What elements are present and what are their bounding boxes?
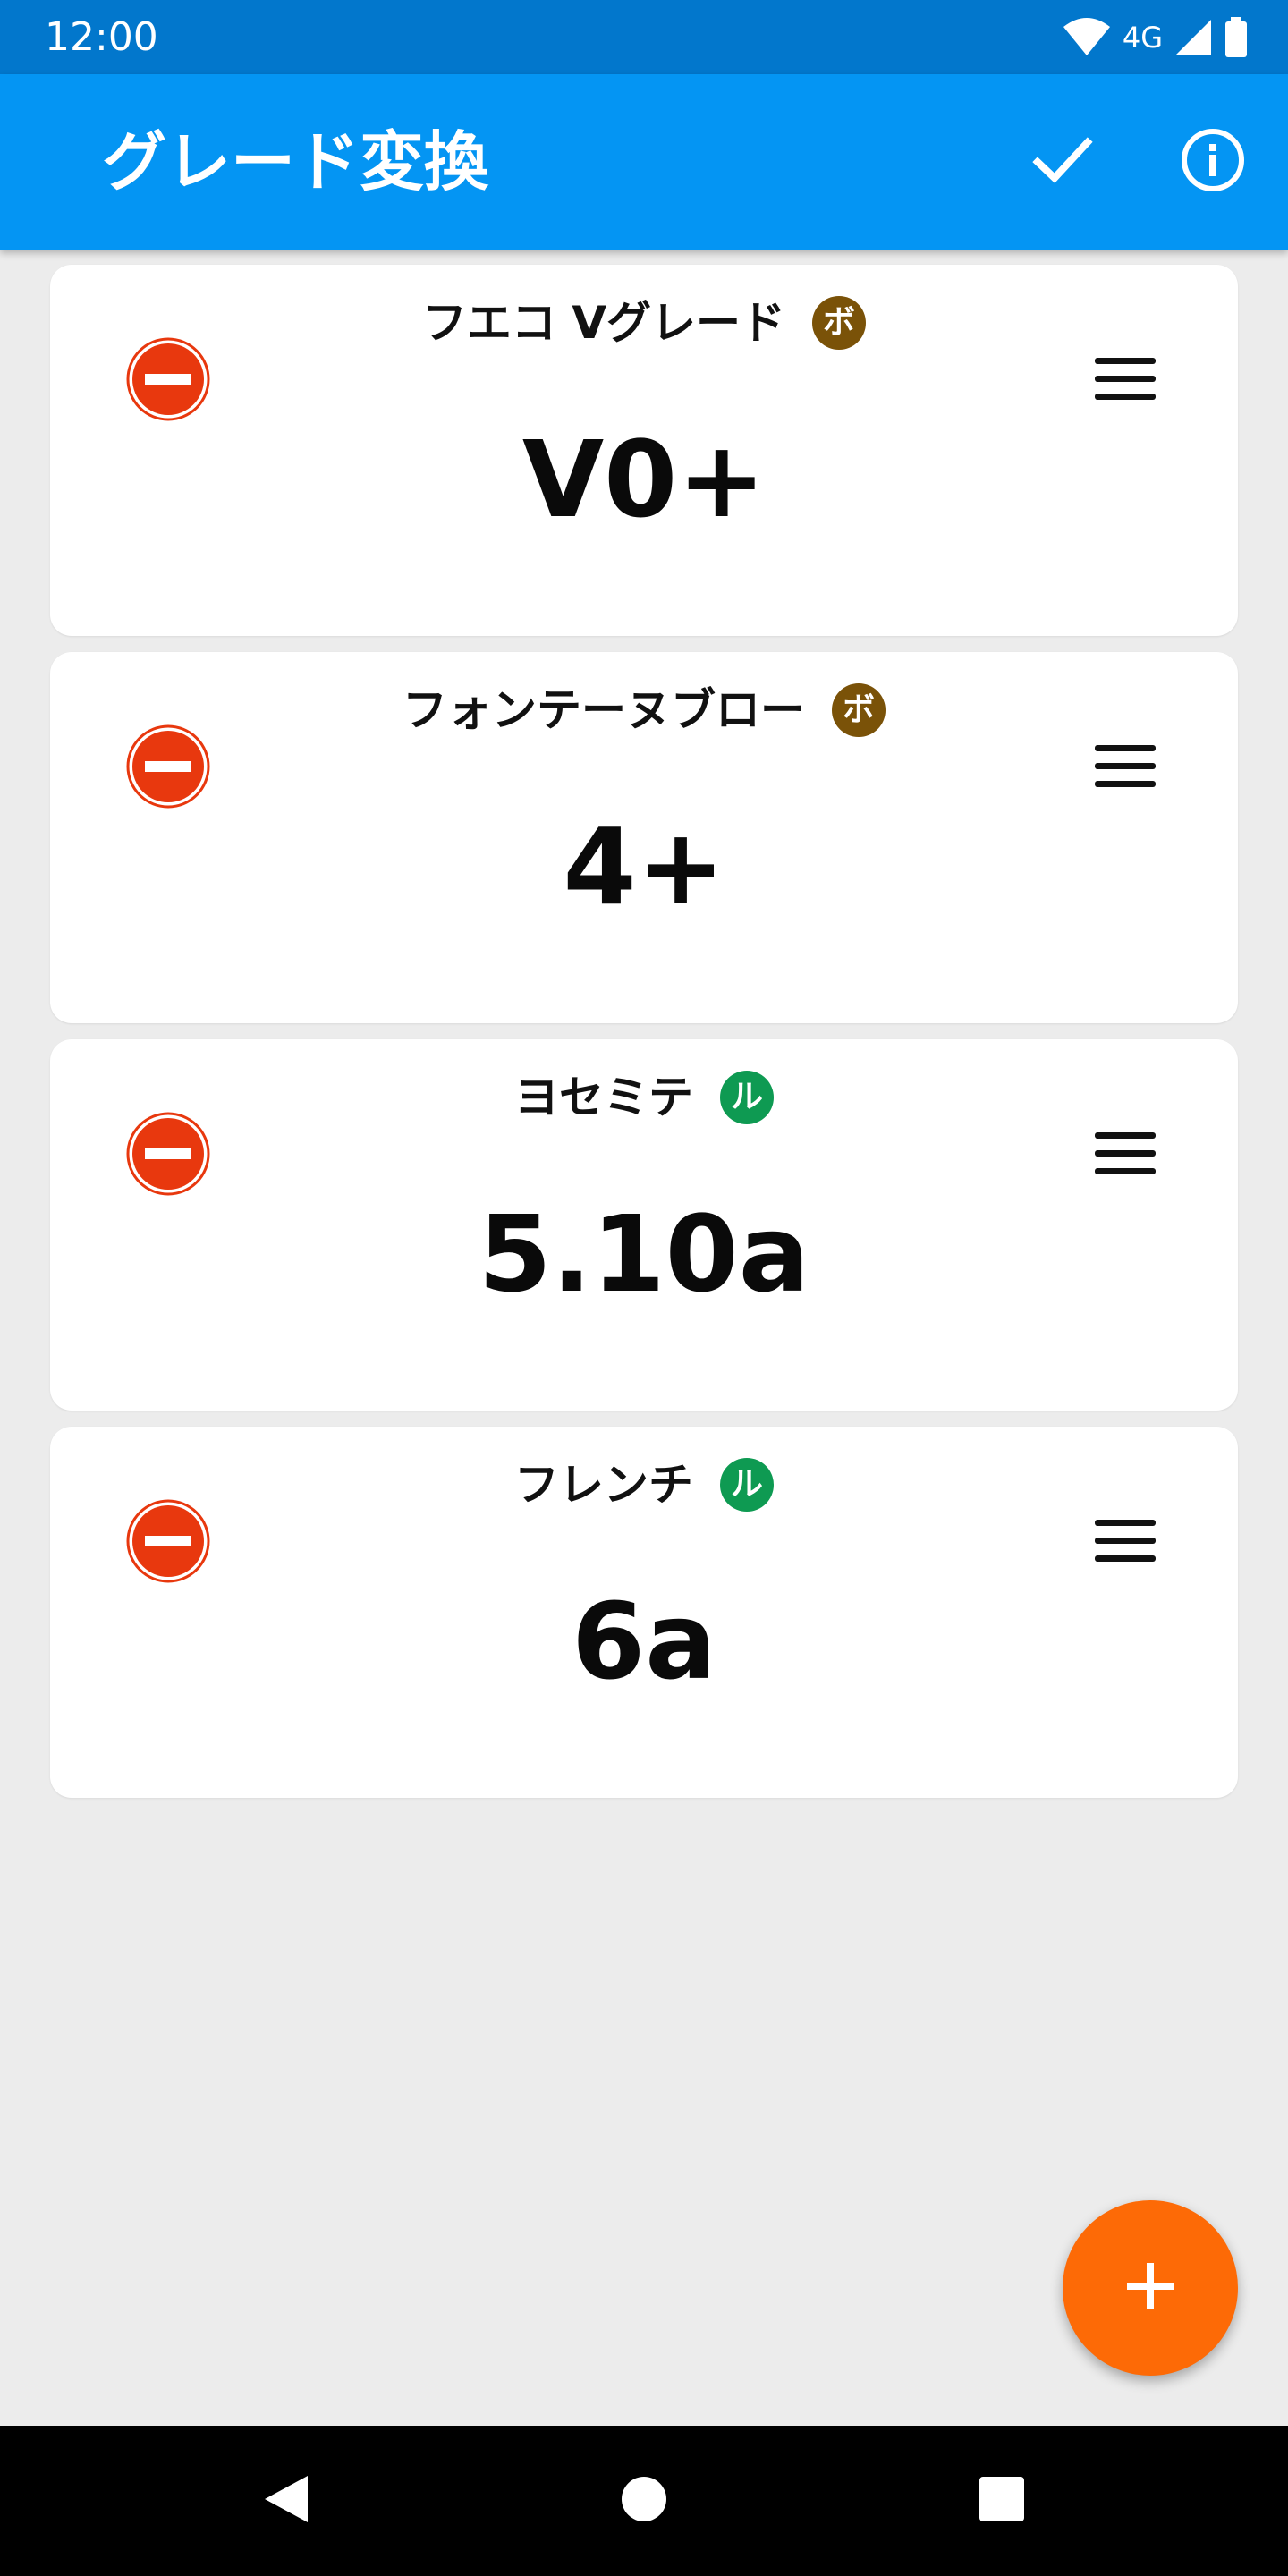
recents-icon <box>979 2476 1025 2526</box>
drag-handle-icon <box>1091 358 1159 417</box>
home-icon <box>621 2476 667 2526</box>
plus-icon <box>1123 2259 1177 2317</box>
remove-button[interactable] <box>125 724 211 809</box>
drag-handle[interactable] <box>1091 1120 1159 1188</box>
card-title: フォンテーヌブロー ボ <box>50 679 1238 741</box>
card-title: ヨセミテ ル <box>50 1066 1238 1129</box>
grade-value[interactable]: 4+ <box>50 804 1238 929</box>
type-badge: ボ <box>832 683 886 737</box>
info-button[interactable] <box>1177 126 1249 198</box>
drag-handle-icon <box>1091 745 1159 804</box>
grade-system-name: フォンテーヌブロー <box>402 684 805 736</box>
battery-icon <box>1224 17 1249 58</box>
page-title: グレード変換 <box>102 124 489 199</box>
grade-card: フォンテーヌブロー ボ 4+ <box>50 652 1238 1023</box>
grade-card: フエコ Vグレード ボ V0+ <box>50 265 1238 636</box>
app-bar: グレード変換 <box>0 74 1288 250</box>
drag-handle[interactable] <box>1091 1507 1159 1575</box>
card-title: フレンチ ル <box>50 1453 1238 1516</box>
info-icon <box>1180 127 1246 197</box>
status-bar: 12:00 4G <box>0 0 1288 74</box>
drag-handle[interactable] <box>1091 733 1159 801</box>
grade-card: ヨセミテ ル 5.10a <box>50 1039 1238 1411</box>
back-button[interactable] <box>250 2465 322 2537</box>
grade-system-name: フレンチ <box>514 1459 693 1511</box>
wifi-icon <box>1062 18 1112 57</box>
system-nav-bar <box>0 2426 1288 2576</box>
drag-handle-icon <box>1091 1520 1159 1579</box>
status-time: 12:00 <box>45 14 158 60</box>
type-badge: ル <box>720 1458 774 1512</box>
grade-value[interactable]: 5.10a <box>50 1191 1238 1317</box>
remove-button[interactable] <box>125 1498 211 1584</box>
check-icon <box>1030 128 1095 196</box>
cell-signal-icon <box>1174 18 1213 57</box>
grade-card: フレンチ ル 6a <box>50 1427 1238 1798</box>
type-badge: ボ <box>812 296 867 350</box>
drag-handle-icon <box>1091 1132 1159 1191</box>
network-type-label: 4G <box>1122 21 1163 55</box>
grade-list: フエコ Vグレード ボ V0+ フォンテーヌブロー ボ 4+ ヨセミテ ル 5.… <box>50 265 1238 1814</box>
type-badge: ル <box>720 1071 774 1124</box>
grade-value[interactable]: V0+ <box>50 417 1238 542</box>
remove-button[interactable] <box>125 1111 211 1197</box>
add-grade-button[interactable] <box>1063 2200 1238 2376</box>
card-title: フエコ Vグレード ボ <box>50 292 1238 354</box>
confirm-button[interactable] <box>1027 126 1098 198</box>
recents-button[interactable] <box>966 2465 1038 2537</box>
status-icons: 4G <box>1062 16 1249 59</box>
back-icon <box>261 2472 311 2529</box>
grade-value[interactable]: 6a <box>50 1579 1238 1704</box>
grade-system-name: ヨセミテ <box>514 1072 693 1123</box>
drag-handle[interactable] <box>1091 345 1159 413</box>
home-button[interactable] <box>608 2465 680 2537</box>
remove-button[interactable] <box>125 336 211 422</box>
grade-system-name: フエコ Vグレード <box>421 297 786 349</box>
